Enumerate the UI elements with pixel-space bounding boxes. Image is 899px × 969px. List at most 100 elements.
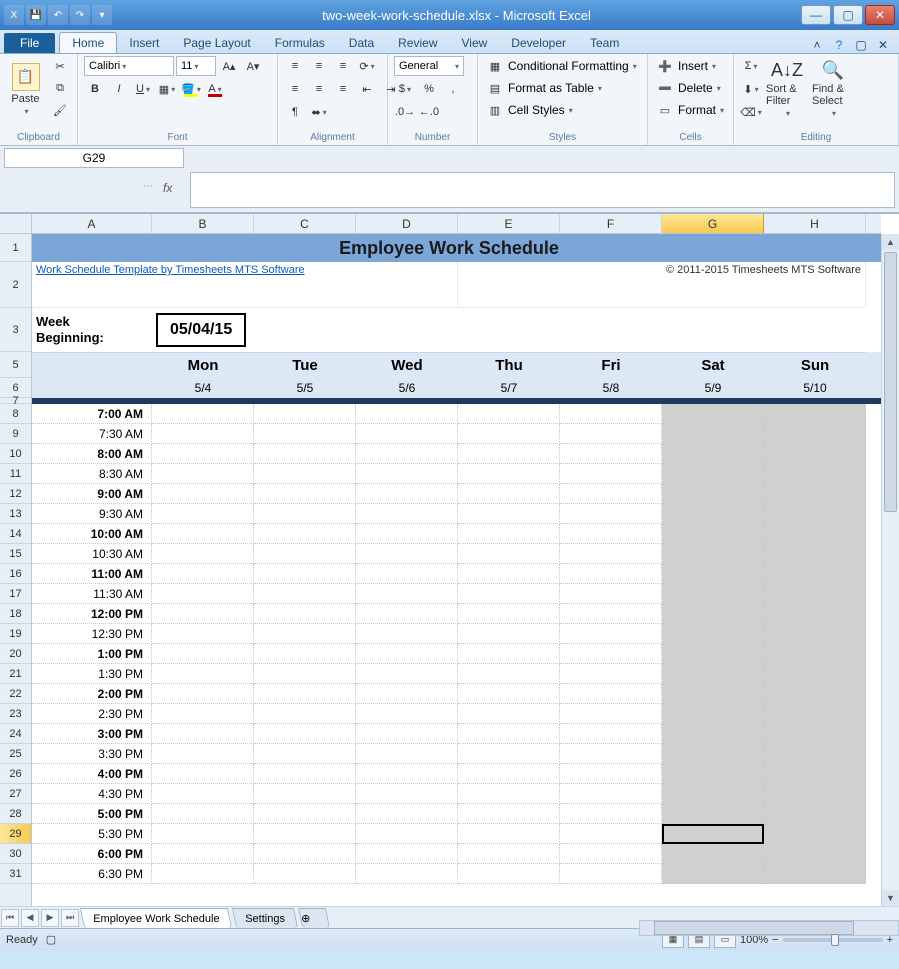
cell[interactable] [764,784,866,804]
cell[interactable] [458,444,560,464]
cell[interactable] [764,504,866,524]
decrease-decimal-icon[interactable]: ←.0 [418,102,440,122]
redo-icon[interactable]: ↷ [70,5,90,25]
cell[interactable] [662,484,764,504]
cell[interactable] [662,404,764,424]
tab-page-layout[interactable]: Page Layout [171,33,262,53]
format-as-table-button[interactable]: ▤Format as Table▾ [484,78,602,98]
cell[interactable] [152,464,254,484]
autosum-icon[interactable]: Σ▾ [740,56,762,76]
cell[interactable] [254,604,356,624]
row-header-19[interactable]: 19 [0,624,31,644]
cell[interactable] [356,844,458,864]
cell[interactable] [662,704,764,724]
cell[interactable] [458,784,560,804]
cell[interactable] [662,504,764,524]
border-button[interactable]: ▦▾ [156,79,178,99]
sheet-tab-active[interactable]: Employee Work Schedule [80,908,233,928]
tab-review[interactable]: Review [386,33,449,53]
cell[interactable] [458,704,560,724]
cell[interactable] [662,844,764,864]
tab-file[interactable]: File [4,33,55,53]
cell[interactable] [764,308,866,352]
cell[interactable] [560,564,662,584]
row-header-16[interactable]: 16 [0,564,31,584]
col-header-B[interactable]: B [152,214,254,233]
row-header-30[interactable]: 30 [0,844,31,864]
cell[interactable] [764,444,866,464]
cell[interactable] [458,724,560,744]
cell[interactable] [152,664,254,684]
cell[interactable] [662,624,764,644]
cell[interactable] [458,624,560,644]
number-format-combo[interactable]: General▾ [394,56,464,76]
qat-more-icon[interactable]: ▾ [92,5,112,25]
cell[interactable] [662,744,764,764]
cell[interactable] [152,444,254,464]
cell[interactable] [764,624,866,644]
cell[interactable] [254,308,356,352]
cell[interactable] [662,724,764,744]
wrap-text-icon[interactable]: ¶ [284,102,306,122]
cell[interactable] [254,524,356,544]
cell[interactable] [764,764,866,784]
cell[interactable] [560,864,662,884]
cell[interactable] [356,544,458,564]
fill-color-button[interactable]: 🪣▾ [180,79,202,99]
conditional-formatting-button[interactable]: ▦Conditional Formatting▾ [484,56,637,76]
cell[interactable] [662,308,764,352]
help-icon[interactable]: ? [831,37,847,53]
cell[interactable] [560,604,662,624]
cell[interactable] [356,764,458,784]
cell[interactable] [254,724,356,744]
cell[interactable] [458,644,560,664]
cell[interactable] [254,664,356,684]
row-header-20[interactable]: 20 [0,644,31,664]
percent-icon[interactable]: % [418,79,440,99]
cell[interactable] [560,404,662,424]
cell[interactable] [662,444,764,464]
cell[interactable] [458,464,560,484]
cell[interactable] [152,844,254,864]
col-header-E[interactable]: E [458,214,560,233]
tab-team[interactable]: Team [578,33,631,53]
cell[interactable] [764,644,866,664]
cell[interactable] [356,864,458,884]
row-header-24[interactable]: 24 [0,724,31,744]
cell[interactable] [458,424,560,444]
sort-filter-button[interactable]: A↓Z Sort & Filter▾ [766,56,808,122]
undo-icon[interactable]: ↶ [48,5,68,25]
cell[interactable] [458,684,560,704]
cell[interactable] [152,644,254,664]
cell[interactable] [152,604,254,624]
tab-nav-first-icon[interactable]: ⏮ [1,909,19,927]
cell[interactable] [764,584,866,604]
maximize-button[interactable]: ▢ [833,5,863,25]
cell[interactable] [560,784,662,804]
cell[interactable] [152,404,254,424]
cell[interactable] [356,784,458,804]
cell[interactable] [458,544,560,564]
col-header-F[interactable]: F [560,214,662,233]
row-header-11[interactable]: 11 [0,464,31,484]
template-link[interactable]: Work Schedule Template by Timesheets MTS… [36,264,305,276]
row-header-21[interactable]: 21 [0,664,31,684]
cell[interactable] [254,444,356,464]
cell[interactable] [152,544,254,564]
row-header-18[interactable]: 18 [0,604,31,624]
tab-insert[interactable]: Insert [117,33,171,53]
cell[interactable] [662,804,764,824]
row-header-1[interactable]: 1 [0,234,31,262]
cell[interactable] [764,724,866,744]
cell[interactable] [560,684,662,704]
cell[interactable] [356,444,458,464]
cell[interactable] [356,624,458,644]
cell[interactable] [356,484,458,504]
workbook-restore-icon[interactable]: ▢ [853,37,869,53]
cell[interactable] [152,424,254,444]
cell[interactable] [356,424,458,444]
cell[interactable] [152,624,254,644]
row-header-31[interactable]: 31 [0,864,31,884]
cell[interactable] [458,604,560,624]
merge-center-icon[interactable]: ⬌▾ [308,102,330,122]
